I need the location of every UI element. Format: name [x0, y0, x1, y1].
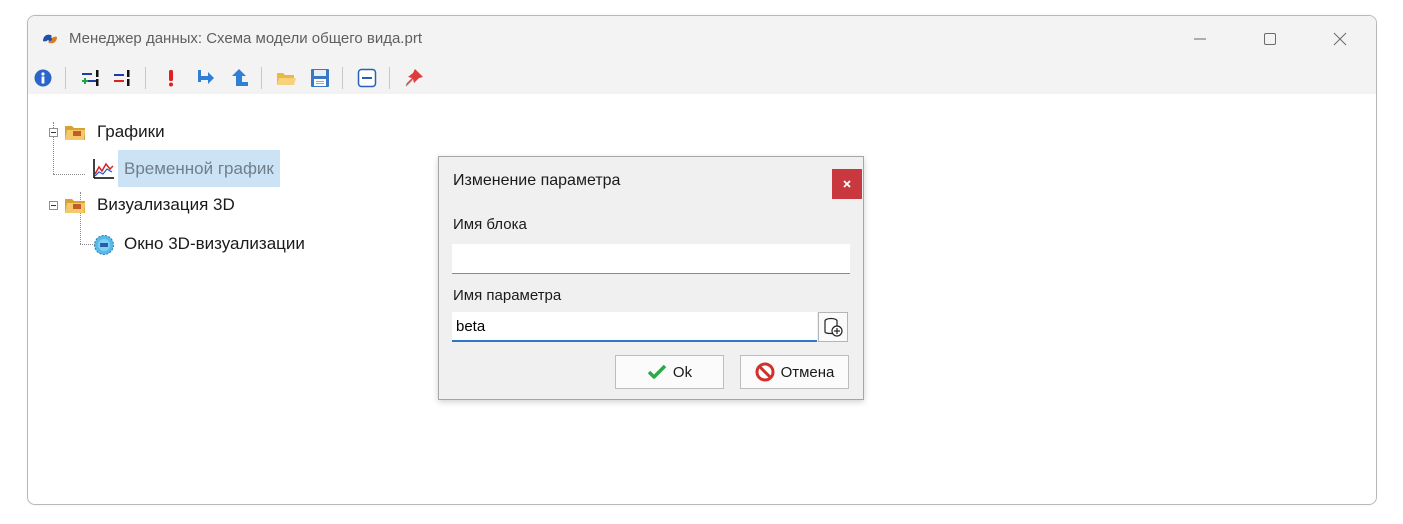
info-icon: [34, 69, 52, 87]
maximize-icon: [1264, 33, 1276, 45]
floppy-disk-icon: [311, 69, 329, 87]
folder-group-icon: [64, 195, 86, 215]
tree-node-graphs[interactable]: Графики: [97, 122, 165, 142]
remove-link-button[interactable]: [112, 67, 134, 89]
import-button[interactable]: [194, 67, 216, 89]
toolbar: [28, 62, 1376, 94]
warning-button[interactable]: [160, 67, 182, 89]
toolbar-separator: [389, 67, 390, 89]
cancel-button-label: Отмена: [780, 363, 835, 381]
toolbar-separator: [342, 67, 343, 89]
parameter-name-label: Имя параметра: [453, 287, 562, 304]
dialog-close-button[interactable]: [832, 169, 862, 199]
close-icon: [843, 180, 851, 188]
folder-open-icon: [277, 73, 296, 85]
tree-node-3d-window[interactable]: Окно 3D-визуализации: [124, 234, 305, 254]
block-name-input[interactable]: [452, 244, 850, 274]
ok-button[interactable]: Ok: [615, 355, 724, 389]
toolbar-separator: [65, 67, 66, 89]
collapse-icon: [357, 68, 377, 88]
open-button[interactable]: [275, 67, 297, 89]
close-icon: [1333, 32, 1347, 46]
sp-logo-icon: [40, 29, 60, 49]
folder-group-icon: [64, 122, 86, 142]
ok-button-label: Ok: [672, 363, 693, 381]
3d-window-icon: [93, 234, 115, 256]
dialog-title: Изменение параметра: [453, 172, 621, 189]
change-parameter-dialog: Изменение параметра Имя блока Имя параме…: [438, 156, 864, 400]
tree-node-3d-visualization[interactable]: Визуализация 3D: [97, 195, 235, 215]
database-add-icon: [824, 317, 843, 337]
time-chart-icon: [91, 157, 115, 181]
parameter-picker-button[interactable]: [818, 312, 848, 342]
add-link-icon: [82, 70, 99, 86]
window-title: Менеджер данных: Схема модели общего вид…: [69, 30, 422, 47]
arrow-up-icon: [232, 69, 248, 86]
add-link-button[interactable]: [80, 67, 102, 89]
arrow-right-icon: [198, 70, 214, 84]
checkmark-icon: [647, 364, 667, 379]
export-button[interactable]: [228, 67, 250, 89]
expander-3d[interactable]: [49, 201, 58, 210]
tree-connector: [53, 174, 85, 175]
remove-link-icon: [114, 70, 130, 86]
block-name-label: Имя блока: [453, 216, 527, 233]
collapse-button[interactable]: [356, 67, 378, 89]
pin-button[interactable]: [403, 67, 425, 89]
parameter-name-input[interactable]: [452, 312, 817, 342]
save-button[interactable]: [309, 67, 331, 89]
maximize-button[interactable]: [1235, 16, 1305, 62]
title-bar[interactable]: Менеджер данных: Схема модели общего вид…: [28, 16, 1376, 62]
pin-icon: [405, 69, 423, 87]
cancel-button[interactable]: Отмена: [740, 355, 849, 389]
toolbar-separator: [145, 67, 146, 89]
minimize-button[interactable]: [1165, 16, 1235, 62]
info-button[interactable]: [32, 67, 54, 89]
minimize-icon: [1194, 38, 1206, 40]
close-button[interactable]: [1305, 16, 1375, 62]
exclamation-icon: [169, 70, 173, 87]
cancel-icon: [755, 362, 775, 382]
expander-graphs[interactable]: [49, 128, 58, 137]
toolbar-separator: [261, 67, 262, 89]
tree-node-time-chart[interactable]: Временной график: [118, 150, 280, 187]
